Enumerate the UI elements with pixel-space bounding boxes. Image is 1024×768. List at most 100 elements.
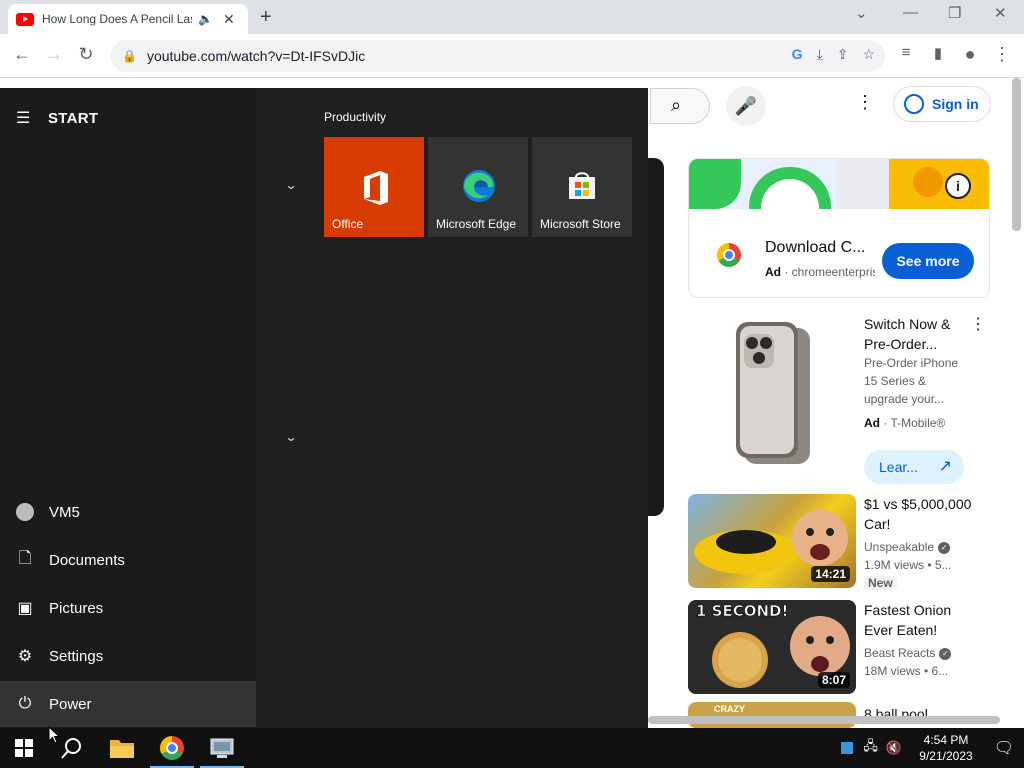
- thumbnail-text: 1 SECOND!: [696, 602, 789, 621]
- tile-group-label: Productivity: [324, 110, 387, 124]
- chrome-icon: [160, 736, 184, 760]
- chevron-down-icon[interactable]: ⌄: [284, 430, 297, 444]
- hamburger-menu-icon[interactable]: ☰: [16, 108, 34, 128]
- gear-icon: ⚙: [17, 648, 33, 665]
- ad-menu-icon[interactable]: ⋮: [970, 314, 986, 334]
- start-item-user[interactable]: VM5: [0, 489, 256, 535]
- start-item-label: Power: [49, 695, 92, 713]
- learn-more-button[interactable]: Lear... ↗: [864, 450, 964, 484]
- mouse-cursor-icon: [48, 726, 60, 744]
- tab-search-icon[interactable]: ⌄: [855, 4, 868, 22]
- start-item-documents[interactable]: 🗋 Documents: [0, 537, 256, 583]
- youtube-favicon-icon: [16, 12, 34, 26]
- chrome-taskbar-button[interactable]: [148, 728, 196, 768]
- vertical-scrollbar[interactable]: [1012, 78, 1021, 231]
- lock-icon[interactable]: 🔒: [122, 49, 137, 63]
- power-icon: ⏻: [18, 695, 32, 712]
- network-icon[interactable]: 🖧: [863, 737, 878, 759]
- video-recommendation[interactable]: 14:21 $1 vs $5,000,000 Car! Unspeakable ✓…: [688, 494, 998, 590]
- verified-icon: ✓: [938, 541, 951, 554]
- video-title[interactable]: Fastest Onion Ever Eaten!: [864, 600, 974, 640]
- ad-info-icon[interactable]: i: [945, 173, 971, 199]
- volume-muted-icon[interactable]: 🔇: [886, 740, 902, 756]
- start-menu-sidebar: ☰ START VM5 🗋 Documents ▣ Pictures ⚙ Set…: [0, 88, 256, 728]
- ad-advertiser: chromeenterprise: [791, 265, 875, 279]
- start-button[interactable]: [0, 728, 48, 768]
- video-meta: 1.9M views • 5...: [864, 558, 952, 572]
- iphone-ad[interactable]: Switch Now & Pre-Order... Pre-Order iPho…: [688, 314, 998, 484]
- browser-tabstrip: How Long Does A Pencil Last 🔈 ✕ + ⌄ — ❐ …: [0, 0, 1024, 34]
- system-tray: 🖧 🔇 4:54 PM 9/21/2023 🗨: [841, 728, 1024, 768]
- video-player[interactable]: [648, 158, 664, 516]
- verified-icon: ✓: [939, 647, 952, 660]
- close-window-button[interactable]: ✕: [994, 4, 1007, 22]
- tab-close-icon[interactable]: ✕: [223, 11, 235, 28]
- see-more-button[interactable]: See more: [882, 243, 974, 279]
- clock-date: 9/21/2023: [919, 749, 973, 763]
- app-taskbar-button[interactable]: [198, 728, 246, 768]
- media-control-icon[interactable]: ≡: [894, 44, 918, 61]
- new-tab-button[interactable]: +: [260, 6, 272, 29]
- tile-label: Microsoft Edge: [436, 217, 517, 231]
- tile-microsoft-store[interactable]: Microsoft Store: [532, 137, 632, 237]
- share-icon[interactable]: ⇪: [837, 46, 849, 63]
- side-panel-icon[interactable]: ▮: [926, 44, 950, 62]
- video-meta: 18M views • 6...: [864, 664, 949, 678]
- chrome-menu-icon[interactable]: ⋮: [990, 44, 1014, 65]
- iphone-ad-description: Pre-Order iPhone 15 Series & upgrade you…: [864, 356, 959, 406]
- user-avatar-icon: [16, 503, 34, 521]
- file-explorer-button[interactable]: [98, 728, 146, 768]
- video-duration: 8:07: [817, 672, 850, 688]
- horizontal-scrollbar[interactable]: [648, 716, 1000, 724]
- store-bag-icon: [569, 172, 595, 199]
- chevron-down-icon[interactable]: ⌄: [284, 178, 297, 192]
- video-recommendation[interactable]: CRAZY 8 ball pool...: [688, 702, 998, 728]
- minimize-button[interactable]: —: [903, 4, 918, 21]
- start-item-settings[interactable]: ⚙ Settings: [0, 633, 256, 679]
- browser-tab[interactable]: How Long Does A Pencil Last 🔈 ✕: [8, 4, 248, 34]
- start-item-power[interactable]: ⏻ Power: [0, 681, 256, 727]
- tile-office[interactable]: Office: [324, 137, 424, 237]
- tile-label: Office: [332, 217, 364, 231]
- voice-search-icon[interactable]: 🎤: [726, 86, 766, 126]
- start-item-pictures[interactable]: ▣ Pictures: [0, 585, 256, 631]
- video-recommendation[interactable]: 1 SECOND! 8:07 Fastest Onion Ever Eaten!…: [688, 600, 998, 696]
- ad-banner-image: i: [689, 159, 989, 209]
- office-logo-icon: [364, 171, 388, 205]
- tab-audio-icon[interactable]: 🔈: [198, 12, 213, 26]
- iphone-ad-title[interactable]: Switch Now & Pre-Order...: [864, 314, 964, 354]
- clock[interactable]: 4:54 PM 9/21/2023: [908, 732, 984, 764]
- video-thumbnail[interactable]: 14:21: [688, 494, 856, 588]
- ad-tag: Ad: [864, 416, 880, 430]
- address-bar[interactable]: 🔒 youtube.com/watch?v=Dt-IFSvDJic G ⤓ ⇪ …: [110, 40, 885, 72]
- ad-advertiser: T-Mobile®: [890, 416, 946, 430]
- document-icon: 🗋: [18, 549, 32, 567]
- youtube-search-button[interactable]: ⌕: [650, 88, 710, 124]
- account-icon: [904, 94, 924, 114]
- reload-button[interactable]: ↻: [74, 44, 98, 65]
- forward-button[interactable]: →: [42, 44, 66, 65]
- restore-button[interactable]: ❐: [948, 4, 961, 22]
- new-badge: New: [864, 576, 897, 590]
- thumbnail-text: CRAZY: [714, 704, 745, 714]
- google-lens-icon[interactable]: G: [792, 46, 803, 63]
- search-icon: [61, 738, 81, 759]
- more-options-icon[interactable]: ⋮: [856, 92, 874, 113]
- start-item-label: Documents: [49, 551, 125, 569]
- tile-microsoft-edge[interactable]: Microsoft Edge: [428, 137, 528, 237]
- chrome-ad-card[interactable]: i Download C... Ad · chromeenterprise Se…: [688, 158, 990, 298]
- video-thumbnail[interactable]: CRAZY: [688, 702, 856, 728]
- sign-in-button[interactable]: Sign in: [893, 86, 991, 122]
- install-icon[interactable]: ⤓: [817, 46, 823, 63]
- video-title[interactable]: $1 vs $5,000,000 Car!: [864, 494, 974, 534]
- back-button[interactable]: ←: [10, 44, 34, 65]
- notification-icon[interactable]: 🗨: [984, 738, 1024, 758]
- bookmark-star-icon[interactable]: ☆: [862, 46, 875, 63]
- start-menu: ☰ START VM5 🗋 Documents ▣ Pictures ⚙ Set…: [0, 88, 648, 728]
- ad-title[interactable]: Download C...: [765, 239, 866, 257]
- video-thumbnail[interactable]: 1 SECOND! 8:07: [688, 600, 856, 694]
- tray-app-icon[interactable]: [841, 742, 854, 754]
- start-header[interactable]: ☰ START: [16, 108, 98, 128]
- profile-icon[interactable]: ●: [958, 44, 982, 65]
- taskbar: 🖧 🔇 4:54 PM 9/21/2023 🗨: [0, 728, 1024, 768]
